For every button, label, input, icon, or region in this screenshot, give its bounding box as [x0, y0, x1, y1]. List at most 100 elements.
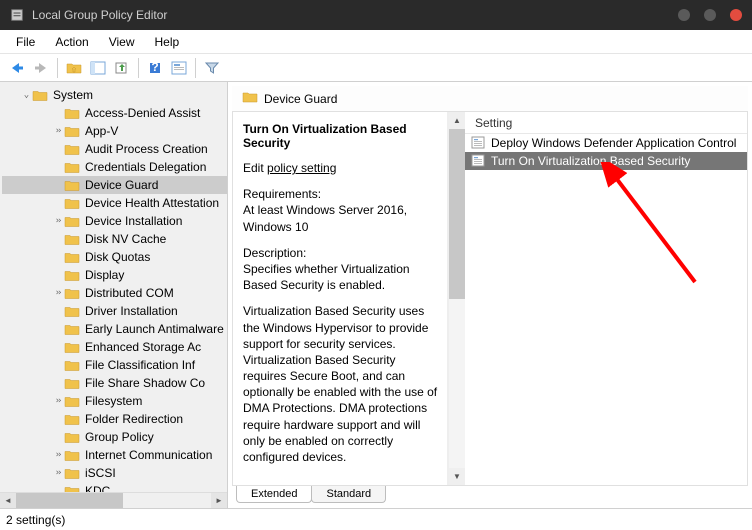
tree-item-label: Group Policy — [83, 429, 156, 445]
tree-item[interactable]: ››Internet Communication — [2, 446, 227, 464]
tree-item[interactable]: Device Guard — [2, 176, 227, 194]
tree-item[interactable]: ⌄System — [2, 86, 227, 104]
expand-icon[interactable]: ›› — [50, 396, 64, 406]
tree-item[interactable]: ››Distributed COM — [2, 284, 227, 302]
up-folder-button[interactable] — [63, 57, 85, 79]
scroll-right-button[interactable]: ► — [211, 493, 227, 509]
folder-icon — [64, 484, 80, 492]
tab-standard[interactable]: Standard — [311, 486, 386, 503]
minimize-button[interactable] — [678, 9, 690, 21]
tree-horizontal-scrollbar[interactable]: ◄ ► — [0, 492, 227, 508]
expand-icon[interactable]: ›› — [50, 468, 64, 478]
tree-item[interactable]: Driver Installation — [2, 302, 227, 320]
scroll-thumb[interactable] — [449, 129, 465, 299]
show-tree-button[interactable] — [87, 57, 109, 79]
expand-icon[interactable]: ›› — [50, 288, 64, 298]
requirements: Requirements:At least Windows Server 201… — [243, 186, 439, 235]
menu-action[interactable]: Action — [45, 32, 98, 52]
setting-label: Turn On Virtualization Based Security — [491, 154, 690, 168]
tree-item[interactable]: Credentials Delegation — [2, 158, 227, 176]
setting-row[interactable]: Turn On Virtualization Based Security — [465, 152, 747, 170]
tree-item[interactable]: ›› Device Installation — [2, 212, 227, 230]
scroll-down-button[interactable]: ▼ — [449, 468, 465, 485]
tree-item[interactable]: Early Launch Antimalware — [2, 320, 227, 338]
tree-item[interactable]: ››iSCSI — [2, 464, 227, 482]
tree-item-label: Early Launch Antimalware — [83, 321, 226, 337]
menu-file[interactable]: File — [6, 32, 45, 52]
export-button[interactable] — [111, 57, 133, 79]
help-button[interactable]: ? — [144, 57, 166, 79]
tree-pane: ⌄SystemAccess-Denied Assist ›› App-V Audit … — [0, 82, 228, 508]
tree-item[interactable]: Folder Redirection — [2, 410, 227, 428]
close-button[interactable] — [730, 9, 742, 21]
folder-icon — [64, 448, 80, 462]
folder-icon — [64, 106, 80, 120]
tree-item[interactable]: Device Health Attestation — [2, 194, 227, 212]
tab-extended[interactable]: Extended — [236, 486, 312, 503]
tree-item[interactable]: Display — [2, 266, 227, 284]
scroll-track[interactable] — [16, 493, 211, 509]
tree-item[interactable]: Disk NV Cache — [2, 230, 227, 248]
menu-help[interactable]: Help — [145, 32, 190, 52]
folder-icon — [64, 268, 80, 282]
folder-icon — [64, 340, 80, 354]
content-title: Device Guard — [264, 92, 337, 106]
folder-icon — [64, 160, 80, 174]
tree-item[interactable]: File Classification Inf — [2, 356, 227, 374]
properties-button[interactable] — [168, 57, 190, 79]
back-button[interactable] — [6, 57, 28, 79]
folder-icon — [64, 286, 80, 300]
titlebar: Local Group Policy Editor — [0, 0, 752, 30]
tree-item[interactable]: Enhanced Storage Ac — [2, 338, 227, 356]
scroll-track[interactable] — [449, 129, 465, 468]
tree-item-label: File Share Shadow Co — [83, 375, 207, 391]
expand-icon[interactable]: ›› — [50, 450, 64, 460]
folder-icon — [64, 394, 80, 408]
scroll-thumb[interactable] — [16, 493, 123, 509]
menubar: File Action View Help — [0, 30, 752, 54]
tree-item[interactable]: Audit Process Creation — [2, 140, 227, 158]
description-vertical-scrollbar[interactable]: ▲ ▼ — [448, 112, 465, 485]
filter-button[interactable] — [201, 57, 223, 79]
tree-item[interactable]: ›› App-V — [2, 122, 227, 140]
policy-name: Turn On Virtualization Based Security — [243, 122, 439, 150]
tree-item-label: Credentials Delegation — [83, 159, 208, 175]
tree-item-label: Display — [83, 267, 126, 283]
tree-item-label: Enhanced Storage Ac — [83, 339, 203, 355]
tree-item-label: Audit Process Creation — [83, 141, 210, 157]
maximize-button[interactable] — [704, 9, 716, 21]
tree-item[interactable]: File Share Shadow Co — [2, 374, 227, 392]
scroll-left-button[interactable]: ◄ — [0, 493, 16, 509]
collapse-icon[interactable]: ⌄ — [18, 90, 32, 100]
edit-policy-link[interactable]: policy setting — [267, 161, 336, 175]
column-header-setting[interactable]: Setting — [465, 112, 747, 134]
folder-icon — [64, 250, 80, 264]
tree-item[interactable]: Disk Quotas — [2, 248, 227, 266]
window-title: Local Group Policy Editor — [32, 8, 167, 22]
menu-view[interactable]: View — [99, 32, 145, 52]
annotation-arrow — [595, 162, 715, 292]
setting-row[interactable]: Deploy Windows Defender Application Cont… — [465, 134, 747, 152]
scroll-up-button[interactable]: ▲ — [449, 112, 465, 129]
tree-item[interactable]: KDC — [2, 482, 227, 492]
tree-item-label: Device Installation — [83, 213, 184, 229]
app-icon — [10, 8, 24, 22]
forward-button[interactable] — [30, 57, 52, 79]
folder-icon — [64, 376, 80, 390]
folder-icon — [64, 214, 80, 228]
folder-icon — [64, 232, 80, 246]
folder-icon — [64, 358, 80, 372]
tree-item[interactable]: Group Policy — [2, 428, 227, 446]
expand-icon[interactable]: ›› — [50, 126, 64, 136]
folder-icon — [64, 142, 80, 156]
tree-item-label: App-V — [83, 123, 120, 139]
svg-text:?: ? — [151, 61, 158, 74]
expand-icon[interactable]: ›› — [50, 216, 64, 226]
tree-item[interactable]: ››Filesystem — [2, 392, 227, 410]
tree-item[interactable]: Access-Denied Assist — [2, 104, 227, 122]
setting-icon — [471, 154, 487, 168]
folder-icon — [32, 88, 48, 102]
content-header: Device Guard — [232, 86, 748, 112]
folder-icon — [64, 178, 80, 192]
tree-item-label: Folder Redirection — [83, 411, 185, 427]
